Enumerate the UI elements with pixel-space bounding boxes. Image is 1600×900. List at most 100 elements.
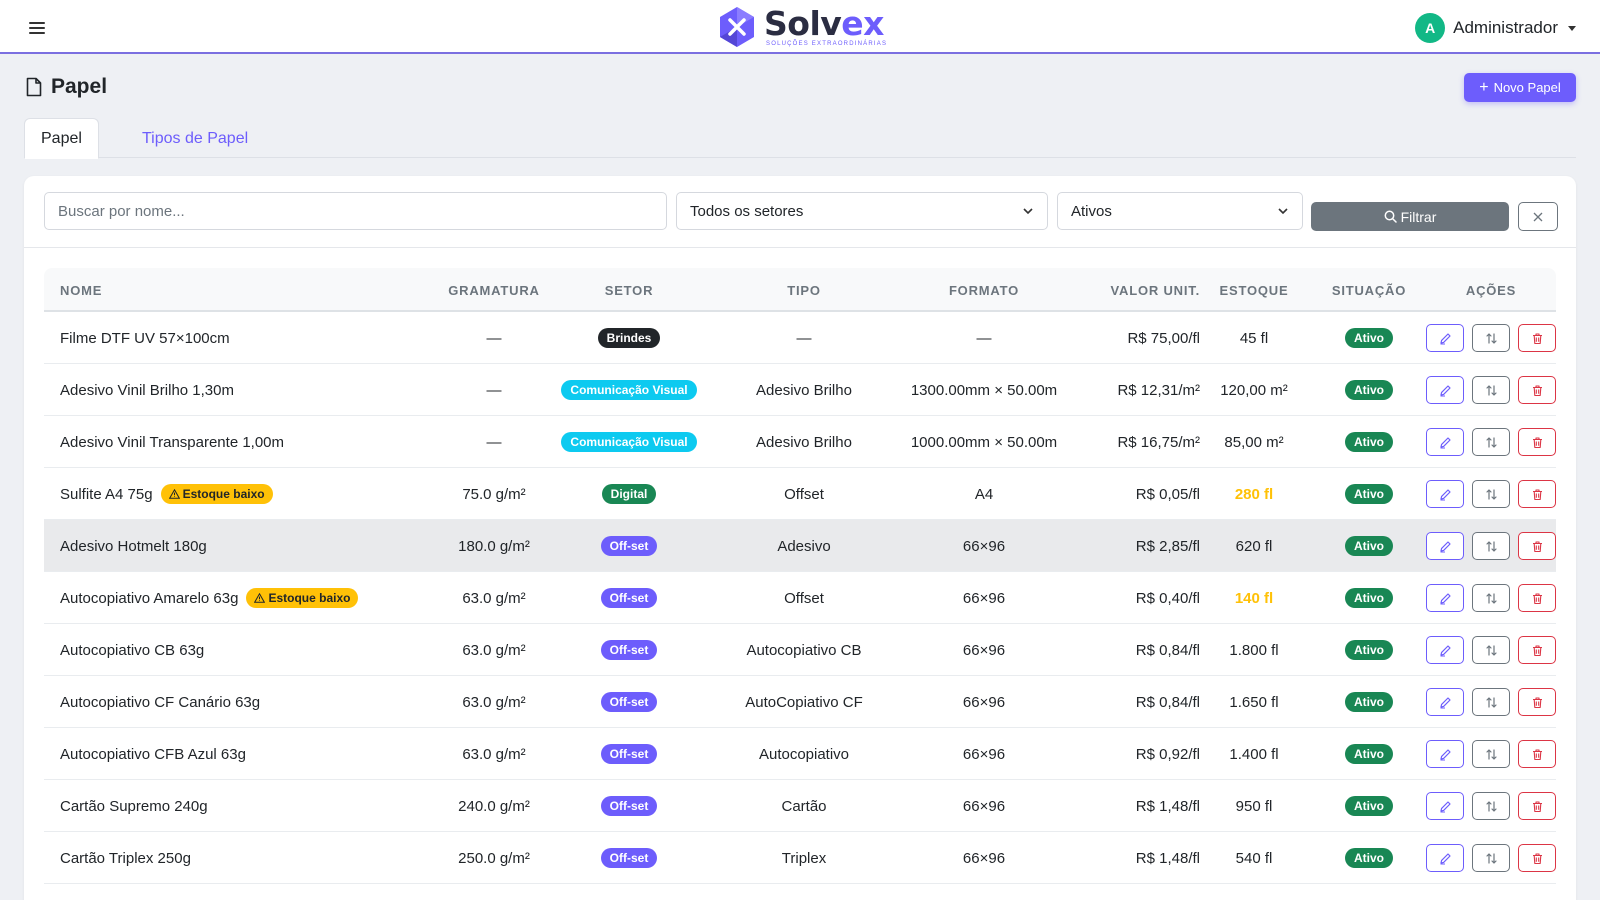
cell-tipo: Cartão bbox=[781, 797, 827, 815]
sector-badge: Off-set bbox=[600, 796, 658, 816]
cell-setor: Comunicação Visual bbox=[534, 364, 724, 416]
cell-estoque: 1.800 fl bbox=[1229, 641, 1279, 659]
edit-button[interactable] bbox=[1426, 324, 1464, 352]
clear-filters-button[interactable] bbox=[1518, 202, 1558, 231]
cell-acoes bbox=[1424, 624, 1558, 676]
column-header-nome[interactable]: NOME bbox=[60, 268, 420, 312]
edit-button[interactable] bbox=[1426, 480, 1464, 508]
table-row[interactable]: Adesivo Vinil Brilho 1,30m — Comunicação V… bbox=[44, 364, 1556, 416]
cell-tipo: Offset bbox=[784, 485, 824, 503]
paper-name: Autocopiativo CB 63g bbox=[60, 641, 205, 659]
status-select[interactable]: Ativos bbox=[1057, 192, 1303, 230]
cell-setor: Off-set bbox=[534, 676, 724, 728]
table-row[interactable]: Adesivo Vinil Transparente 1,00m — Comunic… bbox=[44, 416, 1556, 468]
file-icon bbox=[26, 77, 42, 97]
delete-button[interactable] bbox=[1518, 584, 1556, 612]
move-stock-button[interactable] bbox=[1472, 688, 1510, 716]
pencil-icon bbox=[1439, 436, 1452, 449]
delete-button[interactable] bbox=[1518, 480, 1556, 508]
user-menu[interactable]: A Administrador bbox=[1415, 13, 1576, 43]
cell-valor: R$ 2,85/fl bbox=[1135, 537, 1200, 555]
sector-badge: Off-set bbox=[600, 640, 658, 660]
cell-estoque: 280 fl bbox=[1234, 485, 1274, 503]
move-stock-button[interactable] bbox=[1472, 428, 1510, 456]
delete-button[interactable] bbox=[1518, 324, 1556, 352]
edit-button[interactable] bbox=[1426, 844, 1464, 872]
hamburger-icon[interactable] bbox=[29, 22, 45, 34]
sector-select[interactable]: Todos os setores bbox=[676, 192, 1048, 230]
edit-button[interactable] bbox=[1426, 584, 1464, 612]
table-row[interactable]: Sulfite A4 75g Estoque baixo 75.0 g/m² Digi… bbox=[44, 468, 1556, 520]
cell-setor: Off-set bbox=[534, 832, 724, 884]
table-row[interactable]: Autocopiativo CF Canário 63g 63.0 g/m² Off… bbox=[44, 676, 1556, 728]
cell-acoes bbox=[1424, 728, 1558, 780]
filter-button[interactable]: Filtrar bbox=[1311, 202, 1509, 231]
table-row[interactable]: Autocopiativo Amarelo 63g Estoque baixo 63… bbox=[44, 572, 1556, 624]
move-stock-button[interactable] bbox=[1472, 532, 1510, 560]
move-stock-button[interactable] bbox=[1472, 844, 1510, 872]
tab-bar: Papel Tipos de Papel bbox=[24, 118, 1576, 159]
move-stock-button[interactable] bbox=[1472, 324, 1510, 352]
column-header-estoque[interactable]: ESTOQUE bbox=[1194, 268, 1314, 312]
move-stock-button[interactable] bbox=[1472, 636, 1510, 664]
pencil-icon bbox=[1439, 384, 1452, 397]
trash-icon bbox=[1531, 436, 1544, 449]
new-paper-button[interactable]: + Novo Papel bbox=[1464, 73, 1576, 102]
move-stock-button[interactable] bbox=[1472, 376, 1510, 404]
status-badge: Ativo bbox=[1345, 796, 1393, 816]
delete-button[interactable] bbox=[1518, 376, 1556, 404]
column-header-setor[interactable]: SETOR bbox=[534, 268, 724, 312]
cell-valor: R$ 1,48/fl bbox=[1135, 849, 1200, 867]
tab-tipos-de-papel[interactable]: Tipos de Papel bbox=[126, 118, 264, 159]
delete-button[interactable] bbox=[1518, 792, 1556, 820]
delete-button[interactable] bbox=[1518, 740, 1556, 768]
edit-button[interactable] bbox=[1426, 532, 1464, 560]
paper-name: Adesivo Vinil Transparente 1,00m bbox=[60, 433, 285, 451]
table-row[interactable]: Autocopiativo CFB Azul 63g 63.0 g/m² Off-s… bbox=[44, 728, 1556, 780]
search-input[interactable] bbox=[58, 202, 653, 220]
filter-button-label: Filtrar bbox=[1400, 208, 1437, 225]
cell-tipo: AutoCopiativo CF bbox=[745, 693, 863, 711]
column-header-valor[interactable]: VALOR UNIT. bbox=[1054, 268, 1200, 312]
delete-button[interactable] bbox=[1518, 428, 1556, 456]
table-row[interactable]: Cartão Triplex 250g 250.0 g/m² Off-set Trip… bbox=[44, 832, 1556, 884]
column-header-tipo[interactable]: TIPO bbox=[724, 268, 884, 312]
table-row[interactable]: Adesivo Hotmelt 180g 180.0 g/m² Off-set Ade… bbox=[44, 520, 1556, 572]
cell-tipo: Adesivo Brilho bbox=[756, 433, 852, 451]
column-header-situacao[interactable]: SITUAÇÃO bbox=[1314, 268, 1424, 312]
move-stock-button[interactable] bbox=[1472, 740, 1510, 768]
cell-tipo: Offset bbox=[784, 589, 824, 607]
cell-situacao: Ativo bbox=[1314, 312, 1424, 364]
table-row[interactable]: Cartão Supremo 240g 240.0 g/m² Off-set Cart… bbox=[44, 780, 1556, 832]
edit-button[interactable] bbox=[1426, 740, 1464, 768]
sector-badge: Off-set bbox=[600, 848, 658, 868]
top-navbar: Solvex SOLUÇÕES EXTRAORDINÁRIAS A Admini… bbox=[0, 0, 1600, 54]
delete-button[interactable] bbox=[1518, 688, 1556, 716]
trash-icon bbox=[1531, 748, 1544, 761]
tab-papel[interactable]: Papel bbox=[24, 118, 99, 159]
edit-button[interactable] bbox=[1426, 636, 1464, 664]
move-stock-button[interactable] bbox=[1472, 480, 1510, 508]
edit-button[interactable] bbox=[1426, 688, 1464, 716]
edit-button[interactable] bbox=[1426, 376, 1464, 404]
chevron-down-icon bbox=[1023, 208, 1033, 215]
delete-button[interactable] bbox=[1518, 532, 1556, 560]
cell-setor: Off-set bbox=[534, 572, 724, 624]
sector-badge: Off-set bbox=[600, 692, 658, 712]
table-row[interactable]: Autocopiativo CB 63g 63.0 g/m² Off-set Auto… bbox=[44, 624, 1556, 676]
table-row[interactable]: Filme DTF UV 57×100cm — Brindes — — R$ 75,00/… bbox=[44, 312, 1556, 364]
edit-button[interactable] bbox=[1426, 428, 1464, 456]
edit-button[interactable] bbox=[1426, 792, 1464, 820]
move-stock-button[interactable] bbox=[1472, 792, 1510, 820]
cell-acoes bbox=[1424, 832, 1558, 884]
low-stock-label: Estoque baixo bbox=[182, 487, 265, 501]
table-body: Filme DTF UV 57×100cm — Brindes — — R$ 75,00/… bbox=[44, 312, 1556, 884]
paper-name: Sulfite A4 75g bbox=[60, 485, 153, 503]
brand-logo[interactable]: Solvex SOLUÇÕES EXTRAORDINÁRIAS bbox=[718, 6, 887, 48]
move-stock-button[interactable] bbox=[1472, 584, 1510, 612]
cell-tipo: Adesivo Brilho bbox=[756, 381, 852, 399]
delete-button[interactable] bbox=[1518, 636, 1556, 664]
delete-button[interactable] bbox=[1518, 844, 1556, 872]
search-field[interactable] bbox=[44, 192, 667, 230]
paper-name: Adesivo Vinil Brilho 1,30m bbox=[60, 381, 234, 399]
